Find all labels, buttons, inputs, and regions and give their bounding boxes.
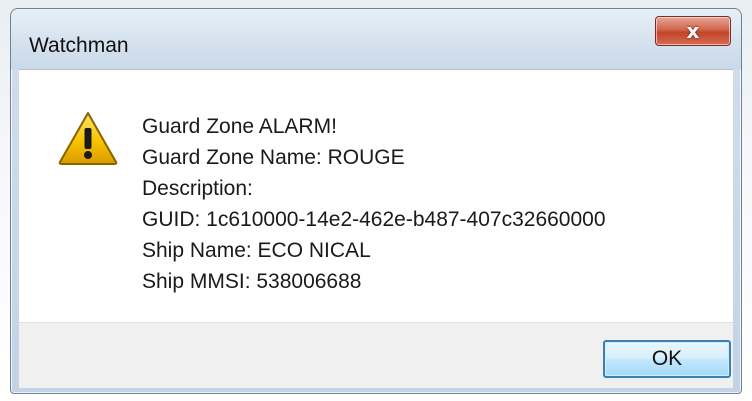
button-bar: OK <box>19 322 733 388</box>
message-text: Guard Zone ALARM! Guard Zone Name: ROUGE… <box>142 111 722 297</box>
message-area: Guard Zone ALARM! Guard Zone Name: ROUGE… <box>19 69 733 323</box>
close-icon: x <box>686 19 700 43</box>
message-line-description: Description: <box>142 177 253 200</box>
window-title: Watchman <box>29 34 129 57</box>
message-line-zone-name: Guard Zone Name: ROUGE <box>142 146 405 169</box>
warning-icon <box>58 112 118 165</box>
ok-button[interactable]: OK <box>603 340 731 378</box>
title-bar[interactable]: Watchman x <box>11 9 741 69</box>
message-line-guid: GUID: 1c610000-14e2-462e-b487-407c326600… <box>142 208 606 231</box>
message-line-alarm: Guard Zone ALARM! <box>142 115 337 138</box>
close-button[interactable]: x <box>655 16 731 46</box>
message-line-mmsi: Ship MMSI: 538006688 <box>142 270 362 293</box>
alarm-dialog: Watchman x Guard Zone ALARM! Guard Zone … <box>10 8 742 394</box>
message-line-ship-name: Ship Name: ECO NICAL <box>142 239 371 262</box>
